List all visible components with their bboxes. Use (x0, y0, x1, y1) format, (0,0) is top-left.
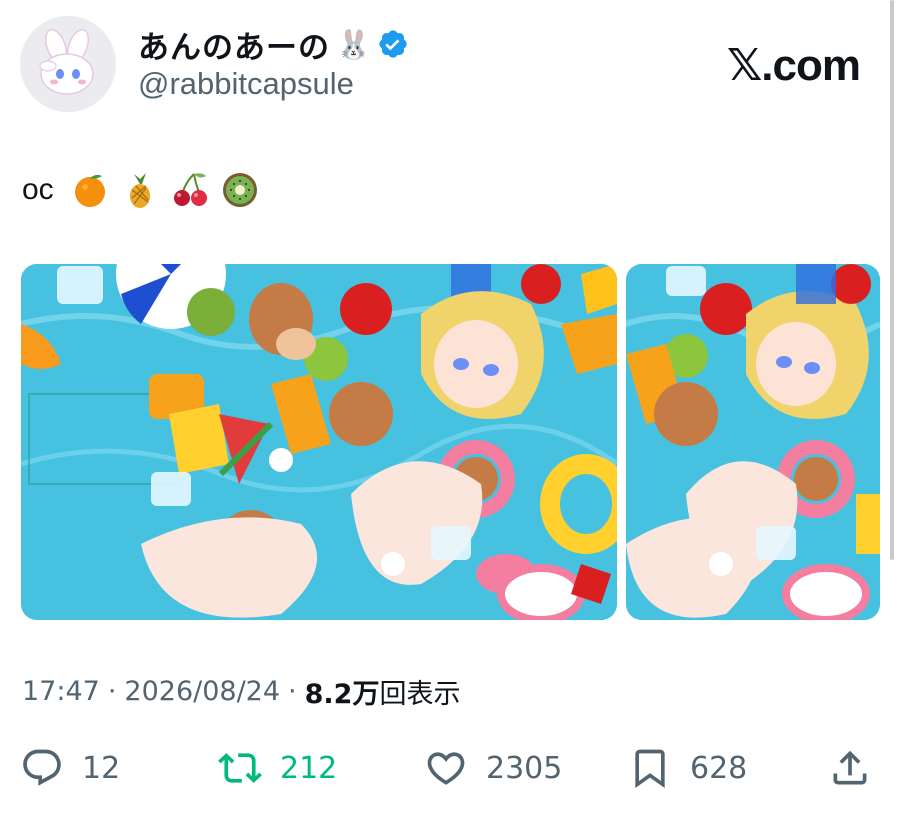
views-count: 8.2万 (304, 679, 380, 710)
reply-button[interactable]: 12 (20, 740, 120, 796)
like-count: 2305 (486, 750, 563, 786)
meta-separator: · (107, 676, 117, 707)
like-button[interactable]: 2305 (424, 740, 562, 796)
user-handle[interactable]: @rabbitcapsule (138, 66, 354, 102)
tweet-time[interactable]: 17:47 (22, 676, 100, 707)
name-row[interactable]: あんのあーの 🐰 (138, 22, 409, 67)
bookmark-button[interactable]: 628 (628, 740, 747, 796)
reply-count: 12 (82, 750, 121, 786)
pineapple-emoji-icon (129, 173, 150, 208)
media-image-2[interactable] (626, 264, 880, 620)
retweet-count: 212 (280, 750, 338, 786)
kiwi-emoji-icon (222, 173, 257, 207)
retweet-button[interactable]: 212 (218, 740, 337, 796)
reply-icon (23, 749, 61, 786)
action-bar: 12 212 2305 628 (20, 740, 880, 796)
avatar[interactable] (20, 16, 116, 112)
tweet-text-body: oc (22, 173, 54, 206)
media-image-1[interactable] (21, 264, 617, 620)
tweet-header: あんのあーの 🐰 @rabbitcapsule 𝕏.com (20, 16, 870, 116)
bookmark-icon (635, 749, 665, 789)
page-scrollbar[interactable] (890, 0, 894, 560)
pool-illustration-icon (626, 264, 880, 620)
verified-badge-icon (379, 30, 407, 58)
bookmark-count: 628 (690, 750, 748, 786)
cherries-emoji-icon (173, 173, 207, 206)
tweet-text: oc (22, 162, 260, 218)
views-label: 回表示 (379, 679, 461, 710)
share-icon (833, 750, 867, 785)
tweet-meta: 17:47 · 2026/08/24 · 8.2万回表示 (22, 672, 460, 711)
pool-illustration-icon (21, 264, 617, 620)
heart-icon (427, 752, 465, 785)
rabbit-face-icon: 🐰 (336, 27, 371, 61)
tweet-date[interactable]: 2026/08/24 (124, 676, 280, 707)
x-com-logo: 𝕏.com (726, 41, 861, 90)
bunny-avatar-icon (20, 16, 116, 112)
share-button[interactable] (828, 740, 872, 796)
retweet-icon (218, 753, 262, 783)
orange-emoji-icon (74, 174, 105, 207)
meta-separator: · (288, 676, 297, 707)
display-name[interactable]: あんのあーの (138, 22, 330, 67)
